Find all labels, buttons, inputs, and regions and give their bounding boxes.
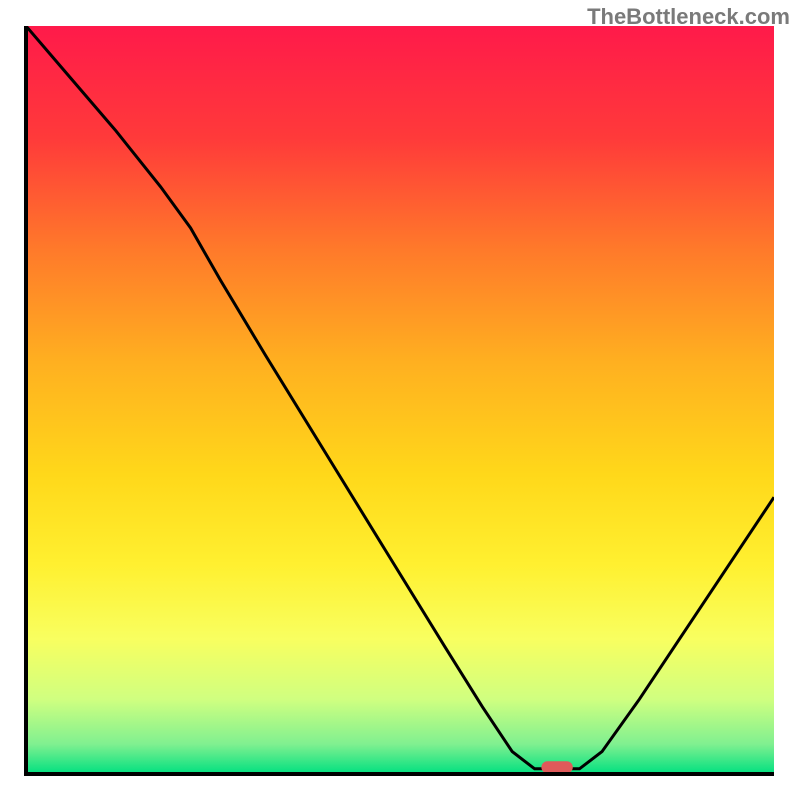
chart-container: TheBottleneck.com [0,0,800,800]
bottleneck-curve-chart [0,0,800,800]
watermark-text: TheBottleneck.com [587,4,790,30]
plot-area [26,26,774,774]
gradient-background [26,26,774,774]
optimal-marker [541,761,572,773]
